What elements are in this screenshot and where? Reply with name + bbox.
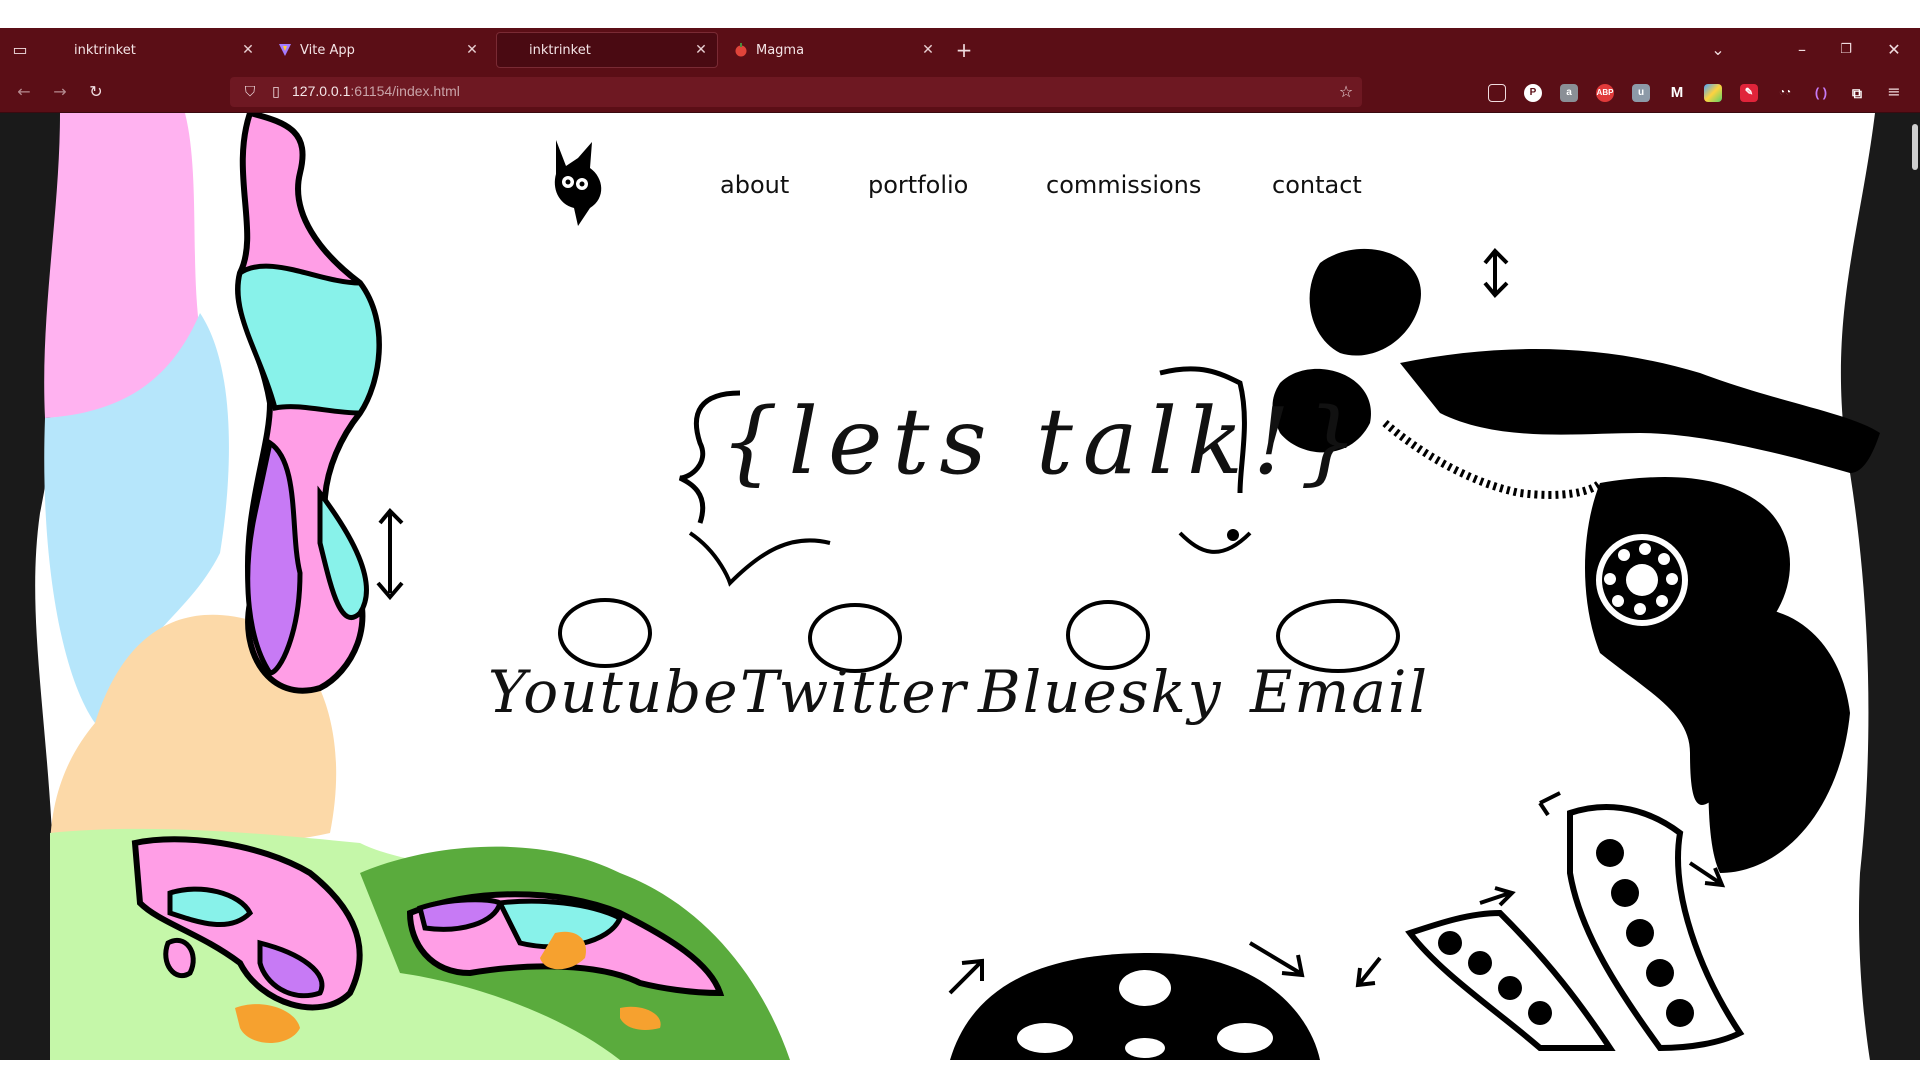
close-tab-icon[interactable]: ✕ <box>918 40 938 60</box>
page-info-icon[interactable]: ▯ <box>262 78 290 106</box>
nav-contact[interactable]: contact <box>1272 171 1362 199</box>
shield-icon[interactable]: u <box>1632 84 1650 102</box>
pen-icon[interactable]: ✎ <box>1740 84 1758 102</box>
back-arrow-icon[interactable]: ← <box>10 78 38 106</box>
url-text[interactable]: 127.0.0.1:61154/index.html <box>292 83 460 99</box>
page-background-art <box>0 113 1920 1060</box>
nav-about[interactable]: about <box>720 171 789 199</box>
tab-title: inktrinket <box>74 42 136 58</box>
reload-icon[interactable]: ↻ <box>82 78 110 106</box>
page-scrollbar[interactable] <box>1912 124 1918 170</box>
inktrinket-logo-icon[interactable] <box>550 138 610 228</box>
social-link-youtube[interactable]: Youtube <box>488 658 740 726</box>
vite-favicon-icon <box>278 43 292 57</box>
p-icon[interactable]: P <box>1524 84 1542 102</box>
m-icon[interactable]: M <box>1668 84 1686 102</box>
magma-favicon-icon <box>734 43 748 57</box>
new-tab-icon[interactable]: + <box>950 36 978 64</box>
tab-title: inktrinket <box>529 42 591 58</box>
social-link-email[interactable]: Email <box>1250 658 1429 726</box>
nav-commissions[interactable]: commissions <box>1046 171 1201 199</box>
social-link-bluesky[interactable]: Bluesky <box>978 658 1223 726</box>
blank-favicon-icon <box>52 43 66 57</box>
tab-vite-app[interactable]: Vite App ✕ <box>268 32 488 68</box>
tab-title: Magma <box>756 42 805 58</box>
tab-overview-icon[interactable]: ▭ <box>6 36 34 64</box>
tab-inktrinket-1[interactable]: inktrinket ✕ <box>42 32 264 68</box>
tab-strip: ▭ inktrinket ✕ Vite App ✕ inktrinket ✕ M… <box>0 28 1920 72</box>
nav-portfolio[interactable]: portfolio <box>868 171 968 199</box>
list-all-tabs-chevron-down-icon[interactable]: ⌄ <box>1704 36 1732 64</box>
bookmark-star-icon[interactable]: ☆ <box>1332 78 1360 106</box>
page-viewport: about portfolio commissions contact {let… <box>0 113 1920 1060</box>
window-bottom-margin <box>0 1060 1920 1080</box>
social-link-twitter[interactable]: Twitter <box>740 658 967 726</box>
tab-title: Vite App <box>300 42 355 58</box>
minimize-icon[interactable]: – <box>1788 36 1816 64</box>
window-top-margin <box>0 0 1920 28</box>
address-bar[interactable]: ⛉ ▯ 127.0.0.1:61154/index.html ☆ <box>230 77 1362 107</box>
close-tab-icon[interactable]: ✕ <box>691 40 711 60</box>
close-window-icon[interactable]: ✕ <box>1880 36 1908 64</box>
menu-hamburger-icon[interactable]: ≡ <box>1880 78 1908 106</box>
forward-arrow-icon[interactable]: → <box>46 78 74 106</box>
glasses-icon[interactable]: ◔◔ <box>1776 84 1794 102</box>
pocket-icon[interactable] <box>1488 84 1506 102</box>
url-path: :61154/index.html <box>350 83 460 99</box>
abp-icon[interactable]: ABP <box>1596 84 1614 102</box>
headline-lets-talk: {lets talk!} <box>720 388 1369 495</box>
blank-favicon-icon <box>507 43 521 57</box>
color-icon[interactable] <box>1704 84 1722 102</box>
url-host: 127.0.0.1 <box>292 83 351 99</box>
close-tab-icon[interactable]: ✕ <box>238 40 258 60</box>
tab-inktrinket-active[interactable]: inktrinket ✕ <box>496 32 718 68</box>
close-tab-icon[interactable]: ✕ <box>462 40 482 60</box>
translate-icon[interactable]: a <box>1560 84 1578 102</box>
shield-icon[interactable]: ⛉ <box>236 78 264 106</box>
brackets-icon[interactable]: ( ) <box>1812 84 1830 102</box>
restore-icon[interactable]: ❐ <box>1832 36 1860 64</box>
tab-magma[interactable]: Magma ✕ <box>724 32 944 68</box>
puzzle-icon[interactable]: ⧉ <box>1848 84 1866 102</box>
